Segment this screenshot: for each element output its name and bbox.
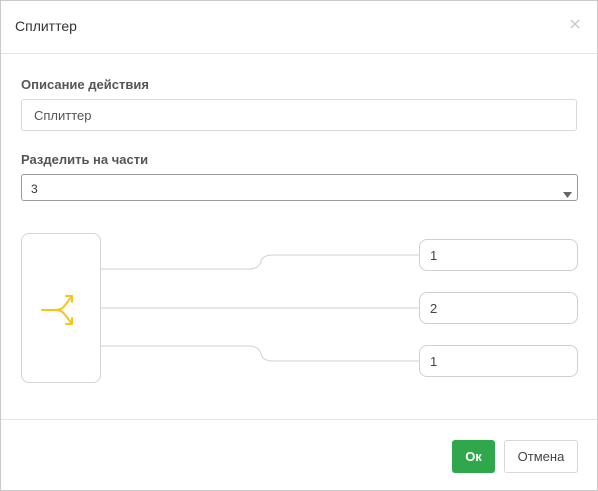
split-arrows-icon — [40, 293, 84, 332]
footer-divider — [1, 419, 597, 420]
part-3-input[interactable] — [419, 345, 578, 377]
ok-button[interactable]: Ок — [452, 440, 495, 473]
part-1-input[interactable] — [419, 239, 578, 271]
splitter-node — [21, 233, 101, 383]
part-2-input[interactable] — [419, 292, 578, 324]
cancel-button[interactable]: Отмена — [504, 440, 578, 473]
splitter-dialog: Сплиттер Описание действия Разделить на … — [0, 0, 598, 491]
